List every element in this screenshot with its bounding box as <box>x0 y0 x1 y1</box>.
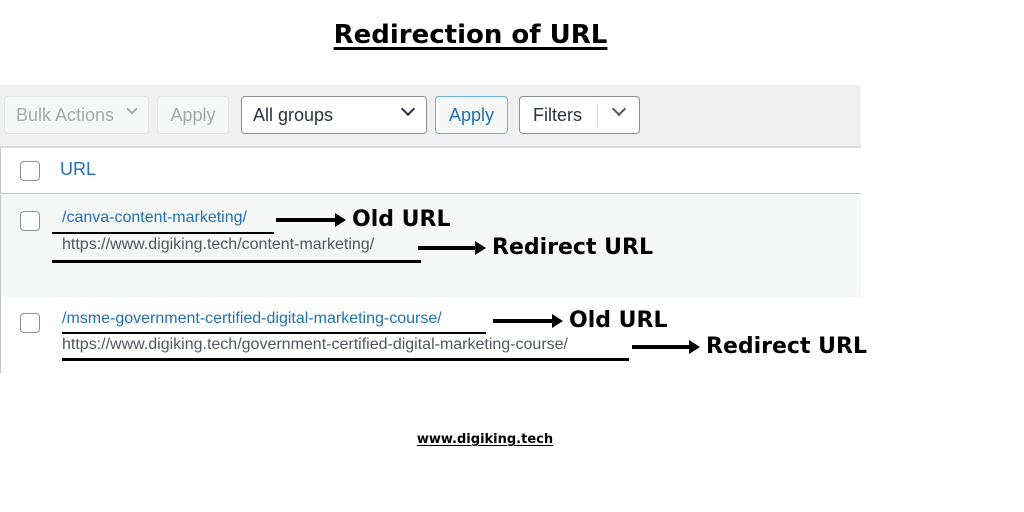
column-header-url[interactable]: URL <box>60 159 96 180</box>
groups-selected-value: All groups <box>253 104 334 125</box>
divider <box>597 103 598 127</box>
arrow-right-icon <box>493 313 563 328</box>
chevron-down-icon <box>126 103 138 115</box>
redirect-url-underline <box>52 260 421 263</box>
footer-link[interactable]: www.digiking.tech <box>417 432 553 447</box>
redirect-url-label: Redirect URL <box>706 334 867 359</box>
redirect-url-label: Redirect URL <box>492 235 653 260</box>
old-url-underline <box>62 332 486 334</box>
old-url-label: Old URL <box>569 308 668 333</box>
old-url-annotation: Old URL <box>276 207 450 232</box>
redirect-url-text: https://www.digiking.tech/content-market… <box>62 236 375 253</box>
footer-website: www.digiking.tech <box>0 432 970 447</box>
row-checkbox[interactable] <box>20 313 40 333</box>
chevron-down-icon <box>400 101 416 117</box>
arrow-right-icon <box>276 212 346 227</box>
bulk-actions-label: Bulk Actions <box>16 104 115 125</box>
bulk-apply-label: Apply <box>170 104 216 125</box>
groups-apply-label: Apply <box>448 104 495 125</box>
bulk-apply-button[interactable]: Apply <box>157 96 229 134</box>
old-url-underline <box>52 232 274 234</box>
page-title-text: Redirection of URL <box>333 20 608 50</box>
arrow-right-icon <box>632 339 700 354</box>
redirect-url-underline <box>62 358 629 361</box>
filters-dropdown[interactable]: Filters <box>519 96 640 134</box>
page-title: Redirection of URL <box>0 20 941 50</box>
bulk-actions-select[interactable]: Bulk Actions <box>4 96 149 134</box>
arrow-right-icon <box>418 240 486 255</box>
old-url-annotation: Old URL <box>493 308 667 333</box>
old-url-label: Old URL <box>352 207 451 232</box>
toolbar: Bulk Actions Apply All groups Apply Filt… <box>0 85 861 148</box>
redirect-url-annotation: Redirect URL <box>632 334 867 359</box>
filters-label: Filters <box>533 104 582 125</box>
table-header: URL <box>0 148 861 194</box>
redirect-url-text: https://www.digiking.tech/government-cer… <box>62 336 568 353</box>
chevron-down-icon[interactable] <box>611 101 627 117</box>
groups-apply-button[interactable]: Apply <box>435 96 508 134</box>
old-url-link[interactable]: /canva-content-marketing/ <box>62 209 247 227</box>
select-all-checkbox[interactable] <box>20 161 40 181</box>
groups-select[interactable]: All groups <box>241 96 427 134</box>
row-checkbox[interactable] <box>20 211 40 231</box>
old-url-link[interactable]: /msme-government-certified-digital-marke… <box>62 310 442 328</box>
redirect-url-annotation: Redirect URL <box>418 235 653 260</box>
